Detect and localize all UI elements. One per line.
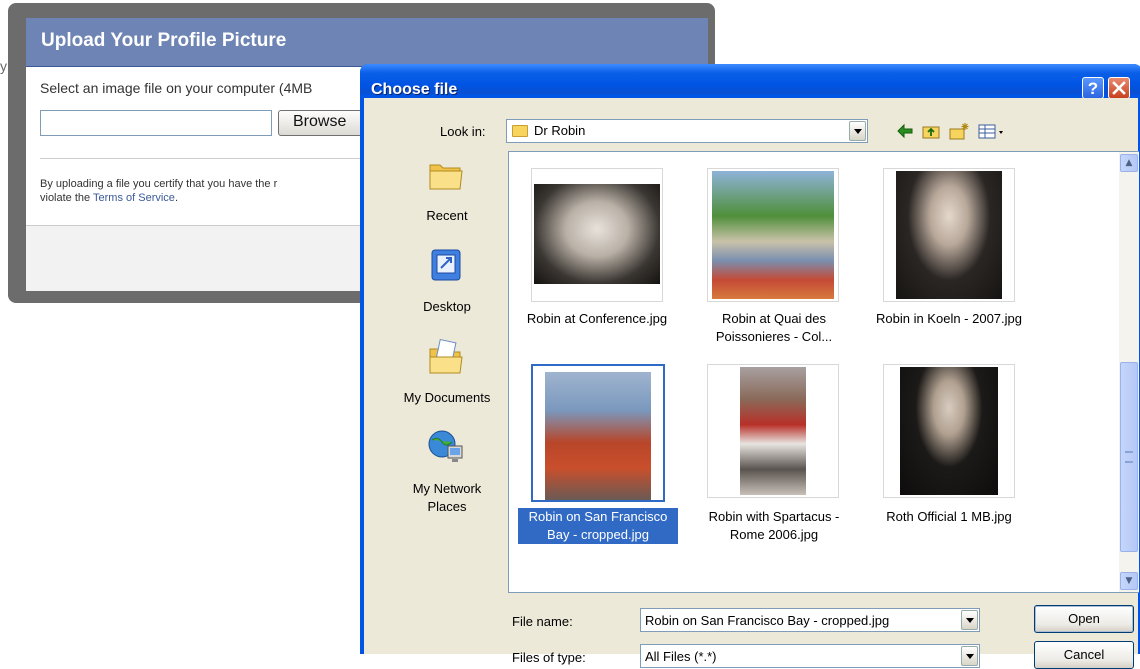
chevron-down-icon[interactable] <box>961 646 978 666</box>
file-name-label[interactable]: Robin at Conference.jpg <box>509 310 685 328</box>
cancel-button[interactable]: Cancel <box>1034 641 1134 669</box>
file-thumbnail[interactable] <box>531 168 663 302</box>
file-thumbnail-selected[interactable] <box>531 364 665 502</box>
photo-san-francisco <box>545 372 651 500</box>
back-icon[interactable] <box>894 121 916 141</box>
scroll-up-button[interactable]: ▲ <box>1120 154 1138 172</box>
page-edge-text: y <box>0 58 7 74</box>
file-name-line1: Robin at Quai des <box>721 311 827 326</box>
chevron-down-icon[interactable] <box>961 610 978 630</box>
photo-roth-official <box>900 367 998 495</box>
file-name-label-selected[interactable]: Robin on San Francisco Bay - cropped.jpg <box>518 508 678 544</box>
close-icon <box>1112 81 1126 95</box>
file-name-label[interactable]: Robin in Koeln - 2007.jpg <box>859 310 1039 328</box>
file-name-label[interactable]: Robin at Quai des Poissonieres - Col... <box>689 310 859 346</box>
file-name-label[interactable]: Robin with Spartacus - Rome 2006.jpg <box>689 508 859 544</box>
place-label: Desktop <box>423 299 471 314</box>
place-label-line2: Places <box>427 499 467 514</box>
help-button[interactable]: ? <box>1082 77 1104 99</box>
look-in-label: Look in: <box>440 124 486 139</box>
dialog-body: Look in: Dr Robin Recent Desktop My Docu… <box>364 98 1139 669</box>
close-button[interactable] <box>1108 77 1130 99</box>
files-of-type-dropdown[interactable]: All Files (*.*) <box>640 644 980 668</box>
vertical-scrollbar[interactable]: ▲ ▼ <box>1119 152 1139 592</box>
file-thumbnail[interactable] <box>883 168 1015 302</box>
place-my-network-places[interactable]: My Network Places <box>386 428 508 538</box>
dialog-titlebar[interactable]: Choose file ? <box>360 64 1140 99</box>
file-name-line2: Rome 2006.jpg <box>729 527 819 542</box>
scrollbar-thumb[interactable] <box>1120 362 1138 552</box>
certify-line-1: By uploading a file you certify that you… <box>40 178 278 190</box>
file-name-line2: Poissonieres - Col... <box>715 329 833 344</box>
file-thumbnail[interactable] <box>707 168 839 302</box>
files-of-type-label: Files of type: <box>512 650 586 665</box>
photo-conference <box>534 184 660 284</box>
place-my-documents[interactable]: My Documents <box>386 337 508 417</box>
place-label: Recent <box>426 208 468 223</box>
file-name-line1: Robin on San Francisco <box>528 509 668 524</box>
new-folder-icon[interactable] <box>948 121 970 141</box>
scroll-down-button[interactable]: ▼ <box>1120 572 1138 590</box>
photo-spartacus <box>740 367 806 495</box>
file-thumbnail[interactable] <box>883 364 1015 498</box>
choose-file-dialog: Choose file ? Look in: Dr Robin Recent D… <box>360 64 1140 669</box>
file-name-line2: Bay - cropped.jpg <box>547 527 649 542</box>
file-thumbnail[interactable] <box>707 364 839 498</box>
places-bar: Recent Desktop My Documents My Network P… <box>386 151 508 591</box>
network-places-icon <box>428 430 463 462</box>
photo-quai <box>712 171 834 299</box>
upload-dialog-title: Upload Your Profile Picture <box>41 30 287 51</box>
views-menu-icon[interactable] <box>976 121 1006 141</box>
place-desktop[interactable]: Desktop <box>386 246 508 326</box>
place-label-line1: My Network <box>412 481 482 496</box>
up-folder-icon[interactable] <box>920 121 942 141</box>
certify-line-2-prefix: violate the <box>40 192 94 204</box>
open-button[interactable]: Open <box>1034 605 1134 633</box>
place-label: My Documents <box>403 390 491 405</box>
photo-koeln <box>896 171 1002 299</box>
file-name-line1: Robin with Spartacus - <box>708 509 840 524</box>
look-in-value: Dr Robin <box>534 123 586 138</box>
certify-line-2: violate the Terms of Service. <box>40 191 277 205</box>
file-list[interactable]: Robin at Conference.jpg Robin at Quai de… <box>508 151 1139 593</box>
dialog-title: Choose file <box>371 81 458 98</box>
chevron-down-icon[interactable] <box>849 121 866 141</box>
desktop-icon <box>431 249 461 281</box>
look-in-dropdown[interactable]: Dr Robin <box>506 119 868 143</box>
certify-line-2-suffix: . <box>174 192 178 204</box>
my-documents-icon <box>429 338 463 374</box>
place-recent[interactable]: Recent <box>386 155 508 235</box>
file-name-value: Robin on San Francisco Bay - cropped.jpg <box>645 613 890 628</box>
file-name-label[interactable]: Roth Official 1 MB.jpg <box>859 508 1039 526</box>
file-name-label: File name: <box>512 614 573 629</box>
terms-of-service-link[interactable]: Terms of Service <box>93 192 175 204</box>
upload-dialog-header: Upload Your Profile Picture <box>26 18 708 67</box>
files-of-type-value: All Files (*.*) <box>645 649 717 664</box>
folder-icon <box>512 125 528 137</box>
file-path-input[interactable] <box>40 110 272 136</box>
select-image-text: Select an image file on your computer (4… <box>40 80 313 96</box>
file-name-field[interactable]: Robin on San Francisco Bay - cropped.jpg <box>640 608 980 632</box>
recent-folder-icon <box>429 164 463 190</box>
certify-text: By uploading a file you certify that you… <box>40 177 277 205</box>
divider <box>40 158 380 159</box>
